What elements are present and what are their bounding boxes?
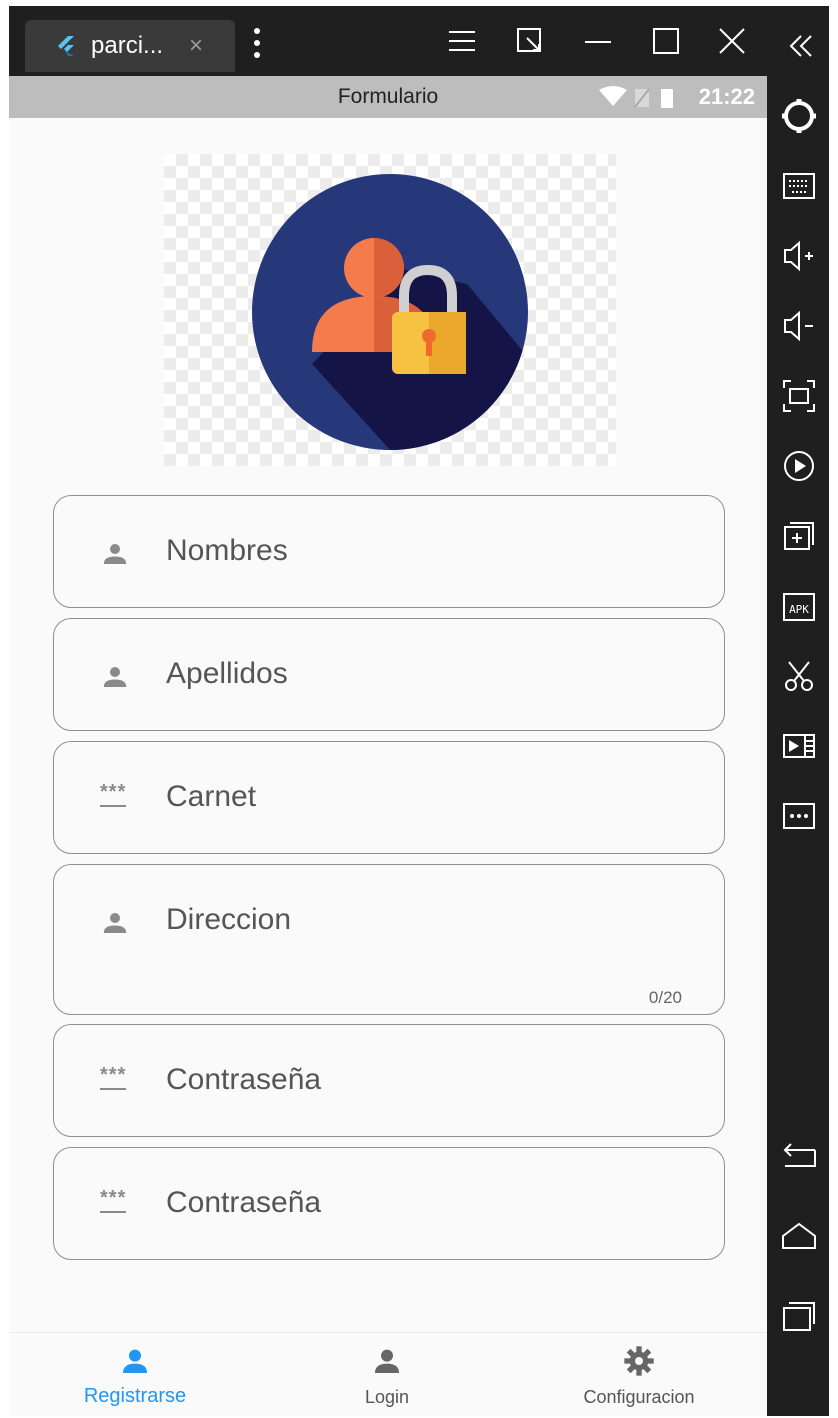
emulator-sidebar: APK bbox=[769, 6, 829, 1416]
char-counter: 0/20 bbox=[648, 988, 682, 1007]
scissors-icon[interactable] bbox=[779, 656, 819, 696]
add-window-icon[interactable] bbox=[779, 516, 819, 556]
field-label: Apellidos bbox=[166, 657, 288, 690]
menu-icon[interactable] bbox=[447, 26, 477, 56]
nav-label: Configuracion bbox=[583, 1387, 695, 1407]
person-icon bbox=[103, 667, 127, 687]
emulator-titlebar: parci... × bbox=[9, 6, 767, 76]
collapse-icon[interactable] bbox=[779, 26, 819, 66]
password-icon: *** bbox=[100, 1187, 130, 1221]
field-label: Contraseña bbox=[166, 1063, 322, 1096]
video-icon[interactable] bbox=[779, 726, 819, 766]
nav-label: Login bbox=[364, 1387, 410, 1407]
nombres-field[interactable]: Nombres bbox=[53, 495, 725, 608]
settings-icon[interactable] bbox=[779, 96, 819, 136]
close-icon[interactable] bbox=[717, 26, 747, 56]
home-icon[interactable] bbox=[779, 1216, 819, 1256]
field-label: Direccion bbox=[166, 903, 292, 936]
person-icon bbox=[103, 544, 127, 564]
android-screen: Formulario 21:22 Nombres Apellidos *** C… bbox=[9, 76, 767, 1416]
apellidos-field[interactable]: Apellidos bbox=[53, 618, 725, 731]
emulator-window: parci... × Formulario 21:22 Nombres Apel… bbox=[9, 6, 829, 1416]
fullscreen-icon[interactable] bbox=[779, 376, 819, 416]
field-label: Contraseña bbox=[166, 1186, 322, 1219]
tab-close-icon[interactable]: × bbox=[189, 32, 203, 60]
volume-down-icon[interactable] bbox=[779, 306, 819, 346]
bottom-navigation: Registrarse Login Configuracion bbox=[9, 1332, 767, 1416]
password-icon: *** bbox=[100, 781, 130, 815]
direccion-field[interactable]: Direccion 0/20 bbox=[53, 864, 725, 1015]
apk-icon[interactable]: APK bbox=[779, 586, 819, 626]
kebab-menu-icon[interactable] bbox=[253, 28, 261, 62]
flutter-icon bbox=[58, 36, 74, 56]
tab-title: parci... bbox=[91, 32, 164, 59]
recents-icon[interactable] bbox=[779, 1296, 819, 1336]
record-icon[interactable] bbox=[779, 446, 819, 486]
app-tab[interactable]: parci... × bbox=[25, 20, 235, 72]
user-lock-icon bbox=[252, 174, 528, 450]
confirm-password-field[interactable]: *** Contraseña bbox=[53, 1147, 725, 1260]
nav-label: Registrarse bbox=[83, 1385, 187, 1407]
maximize-icon[interactable] bbox=[651, 26, 681, 56]
nav-configuracion[interactable]: Configuracion bbox=[513, 1333, 765, 1416]
resize-icon[interactable] bbox=[515, 26, 545, 56]
password-icon: *** bbox=[100, 1064, 130, 1098]
more-icon[interactable] bbox=[779, 796, 819, 836]
logo-image bbox=[164, 154, 616, 466]
clock: 21:22 bbox=[698, 84, 755, 109]
nav-login[interactable]: Login bbox=[261, 1333, 513, 1416]
field-label: Carnet bbox=[166, 780, 257, 813]
back-icon[interactable] bbox=[779, 1136, 819, 1176]
field-label: Nombres bbox=[166, 534, 288, 567]
keyboard-icon[interactable] bbox=[779, 166, 819, 206]
carnet-field[interactable]: *** Carnet bbox=[53, 741, 725, 854]
password-field[interactable]: *** Contraseña bbox=[53, 1024, 725, 1137]
person-icon bbox=[103, 913, 127, 933]
svg-text:APK: APK bbox=[789, 603, 809, 616]
status-bar: Formulario 21:22 bbox=[9, 76, 767, 118]
person-icon bbox=[375, 1349, 399, 1373]
nav-registrarse[interactable]: Registrarse bbox=[9, 1333, 261, 1416]
minimize-icon[interactable] bbox=[583, 26, 613, 56]
person-icon bbox=[123, 1349, 147, 1373]
volume-up-icon[interactable] bbox=[779, 236, 819, 276]
gear-icon bbox=[624, 1346, 654, 1376]
signal-icons bbox=[599, 86, 673, 108]
